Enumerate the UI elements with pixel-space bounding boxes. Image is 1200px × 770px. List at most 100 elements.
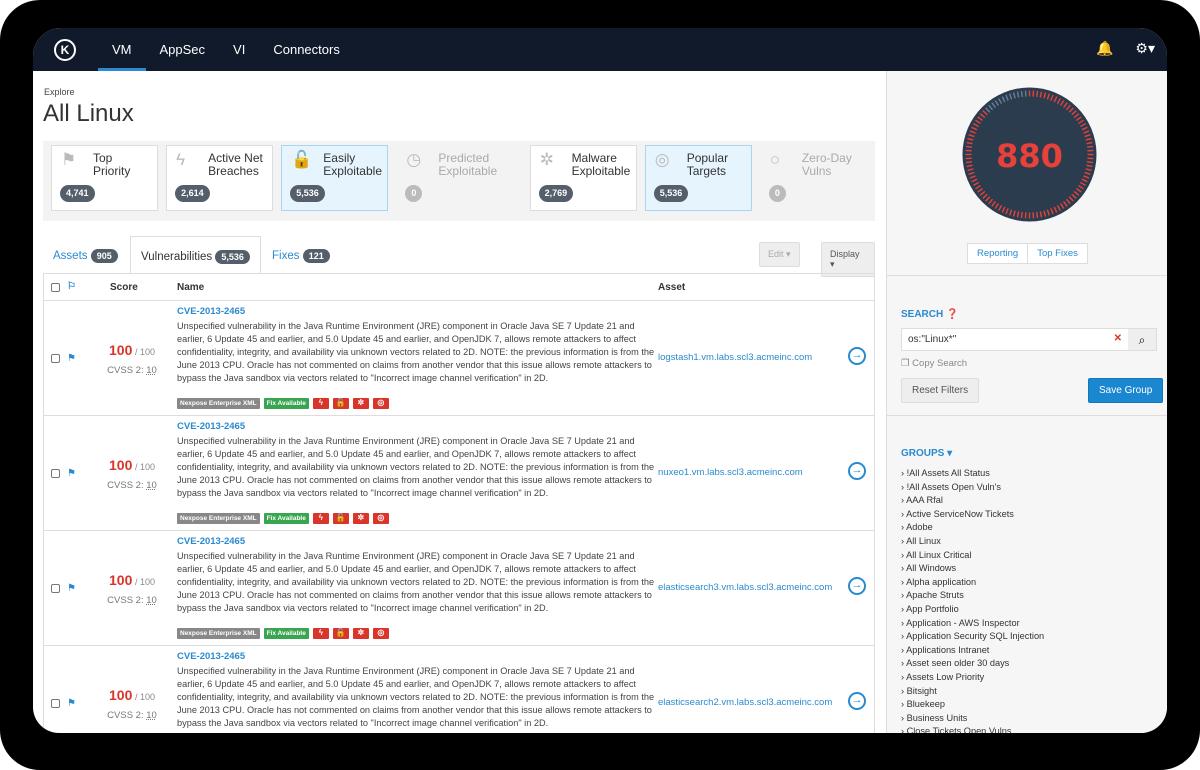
- card-count: 5,536: [653, 185, 689, 202]
- group-item[interactable]: › Apache Struts: [901, 589, 1044, 603]
- reporting-button[interactable]: Reporting: [968, 244, 1029, 263]
- group-item[interactable]: › Active ServiceNow Tickets: [901, 508, 1044, 522]
- cve-link[interactable]: CVE-2013-2465: [177, 421, 245, 432]
- chevron-right-icon: ›: [901, 644, 905, 655]
- chevron-right-icon: ›: [901, 522, 905, 533]
- search-input[interactable]: os:"Linux*" ✕: [902, 329, 1128, 350]
- save-group-button[interactable]: Save Group: [1088, 378, 1164, 403]
- group-item[interactable]: › All Windows: [901, 562, 1044, 576]
- filter-card[interactable]: ϟ Active Net Breaches 2,614: [166, 145, 274, 211]
- tab-vulnerabilities[interactable]: Vulnerabilities 5,536: [130, 236, 261, 274]
- group-item[interactable]: › Close Tickets Open Vulns: [901, 725, 1044, 733]
- arrow-right-icon[interactable]: →: [848, 692, 866, 710]
- row-checkbox[interactable]: [51, 699, 60, 708]
- group-item[interactable]: › Bluekeep: [901, 698, 1044, 712]
- flag-icon[interactable]: ⚐: [67, 281, 76, 292]
- tab-fixes[interactable]: Fixes 121: [262, 236, 340, 274]
- copy-search-label: Copy Search: [912, 358, 968, 369]
- group-item[interactable]: › Adobe: [901, 521, 1044, 535]
- table-row[interactable]: ⚑ 100 / 100 CVSS 2: 10 CVE-2013-2465 Uns…: [44, 531, 874, 646]
- arrow-right-icon[interactable]: →: [848, 347, 866, 365]
- cve-link[interactable]: CVE-2013-2465: [177, 306, 245, 317]
- edit-button[interactable]: Edit ▾: [759, 242, 800, 267]
- nav-vi[interactable]: VI: [219, 28, 259, 71]
- group-item[interactable]: › All Linux: [901, 535, 1044, 549]
- source-tag: Nexpose Enterprise XML: [177, 513, 260, 524]
- filter-card[interactable]: ⚑ Top Priority 4,741: [51, 145, 159, 211]
- nav-appsec[interactable]: AppSec: [146, 28, 220, 71]
- flag-icon[interactable]: ⚑: [67, 468, 76, 479]
- group-item[interactable]: › !All Assets All Status: [901, 467, 1044, 481]
- group-item[interactable]: › Asset seen older 30 days: [901, 657, 1044, 671]
- nav-vm[interactable]: VM: [98, 28, 146, 71]
- row-checkbox[interactable]: [51, 354, 60, 363]
- description: Unspecified vulnerability in the Java Ru…: [177, 551, 655, 613]
- group-item[interactable]: › Alpha application: [901, 576, 1044, 590]
- group-item[interactable]: › !All Assets Open Vuln's: [901, 481, 1044, 495]
- nav-connectors[interactable]: Connectors: [259, 28, 353, 71]
- arrow-right-icon[interactable]: →: [848, 577, 866, 595]
- header-name[interactable]: Name: [177, 282, 204, 293]
- group-item[interactable]: › Application Security SQL Injection: [901, 630, 1044, 644]
- copy-search-link[interactable]: ❐ Copy Search: [901, 358, 967, 369]
- filter-card[interactable]: 🔓 Easily Exploitable 5,536: [281, 145, 389, 211]
- reset-filters-button[interactable]: Reset Filters: [901, 378, 980, 403]
- display-button[interactable]: Display ▾: [821, 242, 875, 277]
- flag-icon[interactable]: ⚑: [67, 583, 76, 594]
- arrow-right-icon[interactable]: →: [848, 462, 866, 480]
- filter-card[interactable]: ◷ Predicted Exploitable 0: [396, 145, 503, 211]
- fix-available-tag: Fix Available: [263, 628, 309, 639]
- asset-link[interactable]: elasticsearch2.vm.labs.scl3.acmeinc.com: [658, 697, 832, 708]
- logo[interactable]: K: [54, 38, 76, 61]
- flag-icon[interactable]: ⚑: [67, 353, 76, 364]
- cvss-label: CVSS 2:: [107, 595, 144, 606]
- header-score[interactable]: Score: [110, 282, 138, 293]
- score: 100 / 100: [102, 572, 162, 588]
- breadcrumb[interactable]: Explore: [44, 87, 75, 97]
- score-max: / 100: [134, 347, 155, 357]
- card-label: Priority: [93, 164, 131, 178]
- chevron-right-icon: ›: [901, 576, 905, 587]
- select-all-checkbox[interactable]: [51, 283, 60, 292]
- description: Unspecified vulnerability in the Java Ru…: [177, 666, 655, 728]
- filter-cards: ⚑ Top Priority 4,741 ϟ Active Net Breaches 2,61…: [43, 141, 875, 221]
- tab-assets[interactable]: Assets 905: [43, 236, 128, 274]
- lightning-icon: ϟ: [312, 513, 329, 524]
- gear-icon[interactable]: ⚙▾: [1135, 40, 1155, 57]
- group-label: All Windows: [906, 563, 957, 574]
- tab-label: Vulnerabilities: [141, 251, 213, 263]
- table-row[interactable]: ⚑ 100 / 100 CVSS 2: 10 CVE-2013-2465 Uns…: [44, 646, 874, 733]
- row-checkbox[interactable]: [51, 469, 60, 478]
- cve-link[interactable]: CVE-2013-2465: [177, 536, 245, 547]
- table-row[interactable]: ⚑ 100 / 100 CVSS 2: 10 CVE-2013-2465 Uns…: [44, 301, 874, 416]
- cvss-value: 10: [146, 710, 157, 721]
- group-item[interactable]: › Business Units: [901, 712, 1044, 726]
- flag-icon[interactable]: ⚑: [67, 698, 76, 709]
- cve-link[interactable]: CVE-2013-2465: [177, 651, 245, 662]
- groups-heading[interactable]: GROUPS ▾: [901, 448, 952, 459]
- top-fixes-button[interactable]: Top Fixes: [1028, 244, 1087, 263]
- table-row[interactable]: ⚑ 100 / 100 CVSS 2: 10 CVE-2013-2465 Uns…: [44, 416, 874, 531]
- asset-link[interactable]: nuxeo1.vm.labs.scl3.acmeinc.com: [658, 467, 803, 478]
- asset-link[interactable]: elasticsearch3.vm.labs.scl3.acmeinc.com: [658, 582, 832, 593]
- group-item[interactable]: › App Portfolio: [901, 603, 1044, 617]
- help-icon[interactable]: ❓: [946, 309, 958, 320]
- header-asset[interactable]: Asset: [658, 282, 685, 293]
- search-icon[interactable]: ⌕: [1128, 329, 1156, 350]
- filter-card[interactable]: ✲ Malware Exploitable 2,769: [529, 145, 637, 211]
- chevron-right-icon: ›: [901, 603, 905, 614]
- filter-card[interactable]: ◎ Popular Targets 5,536: [644, 145, 752, 211]
- group-item[interactable]: › Bitsight: [901, 685, 1044, 699]
- group-item[interactable]: › AAA Rfal: [901, 494, 1044, 508]
- group-item[interactable]: › Application - AWS Inspector: [901, 617, 1044, 631]
- group-item[interactable]: › Applications Intranet: [901, 644, 1044, 658]
- gauge-tick: [1036, 90, 1039, 98]
- clear-icon[interactable]: ✕: [1114, 333, 1122, 344]
- group-item[interactable]: › Assets Low Priority: [901, 671, 1044, 685]
- gauge-tick: [1036, 211, 1039, 219]
- group-item[interactable]: › All Linux Critical: [901, 549, 1044, 563]
- asset-link[interactable]: logstash1.vm.labs.scl3.acmeinc.com: [658, 352, 812, 363]
- bell-icon[interactable]: 🔔: [1096, 40, 1113, 57]
- filter-card[interactable]: ○ Zero-Day Vulns 0: [760, 145, 867, 211]
- row-checkbox[interactable]: [51, 584, 60, 593]
